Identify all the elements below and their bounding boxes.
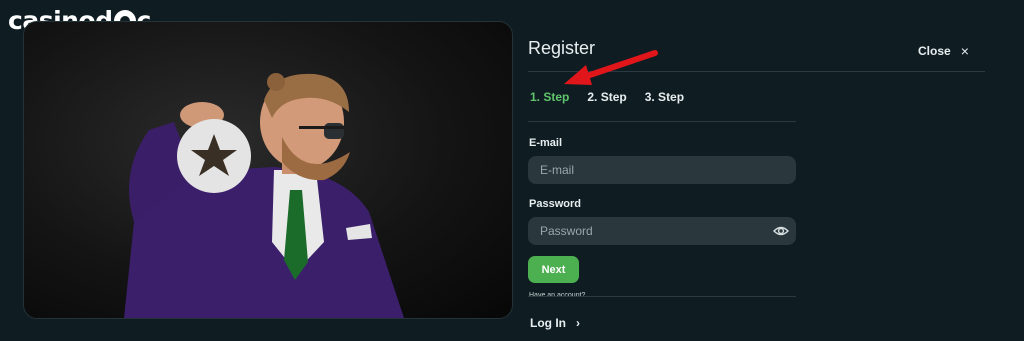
email-field[interactable] [528, 156, 796, 184]
password-field[interactable] [528, 217, 796, 245]
close-button[interactable]: Close × [918, 43, 969, 59]
email-label: E-mail [529, 137, 563, 149]
login-link[interactable]: Log In › [530, 316, 580, 330]
close-icon: × [960, 43, 969, 59]
sunglasses-frame [299, 126, 344, 129]
login-label: Log In [530, 316, 566, 330]
steps-divider [528, 121, 796, 122]
password-label: Password [529, 198, 581, 210]
close-label: Close [918, 44, 951, 58]
annotation-arrow [564, 50, 658, 85]
chevron-right-icon: › [576, 316, 580, 330]
hero-image [23, 21, 513, 319]
step-3[interactable]: 3. Step [645, 90, 684, 104]
eye-icon[interactable] [773, 224, 789, 238]
hair-bun [267, 73, 285, 91]
step-indicator: 1. Step 2. Step 3. Step [530, 90, 684, 104]
login-divider [528, 296, 796, 297]
step-1[interactable]: 1. Step [530, 90, 569, 104]
sunglasses-lens [324, 123, 344, 139]
step-2[interactable]: 2. Step [587, 90, 626, 104]
next-button[interactable]: Next [528, 256, 579, 283]
